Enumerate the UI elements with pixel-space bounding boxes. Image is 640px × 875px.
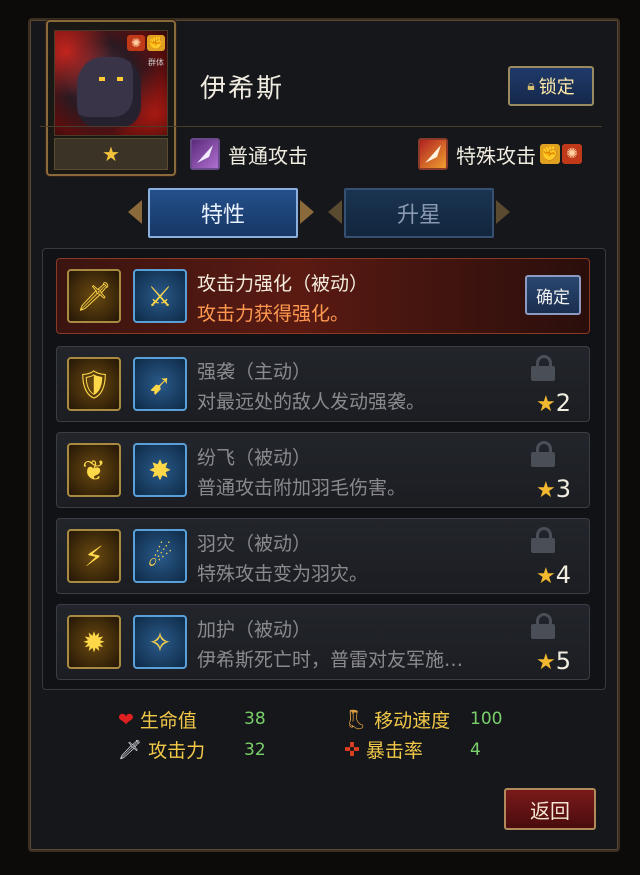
lock-icon — [531, 527, 555, 553]
lock-icon — [531, 441, 555, 467]
stat-attack-value: 32 — [244, 740, 266, 760]
star-requirement: ★4 — [535, 561, 571, 589]
lock-icon — [531, 613, 555, 639]
skill-description: 普通攻击附加羽毛伤害。 — [197, 477, 407, 499]
burst-icon: ✸ — [133, 443, 187, 497]
star-icon: ★ — [535, 392, 556, 417]
skill-row[interactable]: 🗡︎ ⚔︎ 攻击力强化（被动） 攻击力获得强化。 确定 — [56, 258, 590, 334]
wing-shield-icon: 🛡︎ — [67, 357, 121, 411]
skill-title: 攻击力强化（被动） — [197, 273, 369, 295]
paw-icon: ✺ — [562, 144, 582, 164]
padlock-icon: 🔒︎ — [527, 78, 535, 94]
normal-attack-label: 普通攻击 — [228, 143, 308, 168]
star-icon: ★ — [535, 564, 556, 589]
skill-description: 对最远处的敌人发动强袭。 — [197, 391, 426, 413]
crosshair-icon: ✜ — [344, 738, 360, 761]
skill-title: 纷飞（被动） — [197, 447, 312, 469]
normal-attack-icon — [190, 138, 220, 170]
tab-right-arrow-icon — [496, 200, 510, 224]
tab-right-arrow-icon — [300, 200, 314, 224]
lock-button-label: 锁定 — [538, 77, 575, 98]
stat-label: 暴击率 — [365, 740, 423, 762]
stat-label: 攻击力 — [148, 740, 206, 762]
star-requirement: ★3 — [535, 475, 571, 503]
skill-row[interactable]: ⚡︎ ☄︎ 羽灾（被动） 特殊攻击变为羽灾。 ★4 — [56, 518, 590, 594]
star-requirement: ★2 — [535, 389, 571, 417]
tab-left-arrow-icon — [128, 200, 142, 224]
lock-button[interactable]: 🔒︎ 锁定 — [508, 66, 594, 106]
paw-icon: ✺ — [127, 35, 145, 51]
stat-label: 移动速度 — [374, 710, 451, 732]
tab-label: 特性 — [200, 203, 245, 228]
blessing-icon: ✧ — [133, 615, 187, 669]
hero-portrait: ✺ ✊ 群体 — [54, 30, 168, 136]
tab-traits[interactable]: 特性 — [148, 188, 298, 238]
fist-icon: ✊ — [540, 144, 560, 164]
skill-description: 特殊攻击变为羽灾。 — [197, 563, 369, 585]
dark-orb-icon: ✹ — [67, 615, 121, 669]
confirm-button[interactable]: 确定 — [525, 275, 581, 315]
beam-icon: ☄︎ — [133, 529, 187, 583]
star-icon: ★ — [535, 478, 556, 503]
stat-crit-value: 4 — [470, 740, 481, 760]
stat-speed-value: 100 — [470, 709, 503, 729]
lock-icon — [531, 355, 555, 381]
hero-star-rating: ★ — [54, 138, 168, 170]
feather-storm-icon: ⚡︎ — [67, 529, 121, 583]
skill-row[interactable]: 🛡︎ ➹ 强袭（主动） 对最远处的敌人发动强袭。 ★2 — [56, 346, 590, 422]
tab-star-up[interactable]: 升星 — [344, 188, 494, 238]
slash-icon: ⚔︎ — [133, 269, 187, 323]
skill-title: 强袭（主动） — [197, 361, 312, 383]
skill-row[interactable]: ✹ ✧ 加护（被动） 伊希斯死亡时，普雷对友军施… ★5 — [56, 604, 590, 680]
skill-description: 攻击力获得强化。 — [197, 303, 350, 325]
normal-attack: 普通攻击 — [190, 138, 308, 170]
boot-icon: 👢︎ — [344, 709, 369, 731]
star-requirement: ★5 — [535, 647, 571, 675]
skill-title: 加护（被动） — [197, 619, 312, 641]
stat-hp-value: 38 — [244, 709, 266, 729]
stat-attack: 🗡︎ 攻击力 — [118, 736, 205, 763]
star-icon: ★ — [102, 142, 120, 166]
star-icon: ★ — [535, 650, 556, 675]
feather-icon: ❦ — [67, 443, 121, 497]
sword-icon: 🗡︎ — [118, 739, 143, 761]
return-button[interactable]: 返回 — [504, 788, 596, 830]
stat-crit: ✜ 暴击率 — [344, 736, 423, 763]
header-divider — [40, 126, 602, 127]
special-attack-icon — [418, 138, 448, 170]
stat-hp: ❤ 生命值 — [118, 706, 197, 733]
stat-label: 生命值 — [139, 710, 197, 732]
skill-row[interactable]: ❦ ✸ 纷飞（被动） 普通攻击附加羽毛伤害。 ★3 — [56, 432, 590, 508]
tab-label: 升星 — [396, 203, 441, 228]
special-attack-label: 特殊攻击 — [456, 143, 536, 168]
special-attack: 特殊攻击 ✊ ✺ — [418, 138, 582, 170]
stat-speed: 👢︎ 移动速度 — [344, 706, 450, 733]
tab-left-arrow-icon — [328, 200, 342, 224]
sword-icon: 🗡︎ — [67, 269, 121, 323]
fist-icon: ✊ — [147, 35, 165, 51]
dash-strike-icon: ➹ — [133, 357, 187, 411]
group-badge: 群体 — [148, 58, 164, 67]
skill-description: 伊希斯死亡时，普雷对友军施… — [197, 649, 464, 671]
hero-name: 伊希斯 — [200, 74, 285, 104]
heart-icon: ❤ — [118, 708, 134, 731]
hero-portrait-frame[interactable]: ✺ ✊ 群体 ★ — [46, 20, 176, 176]
skill-title: 羽灾（被动） — [197, 533, 312, 555]
